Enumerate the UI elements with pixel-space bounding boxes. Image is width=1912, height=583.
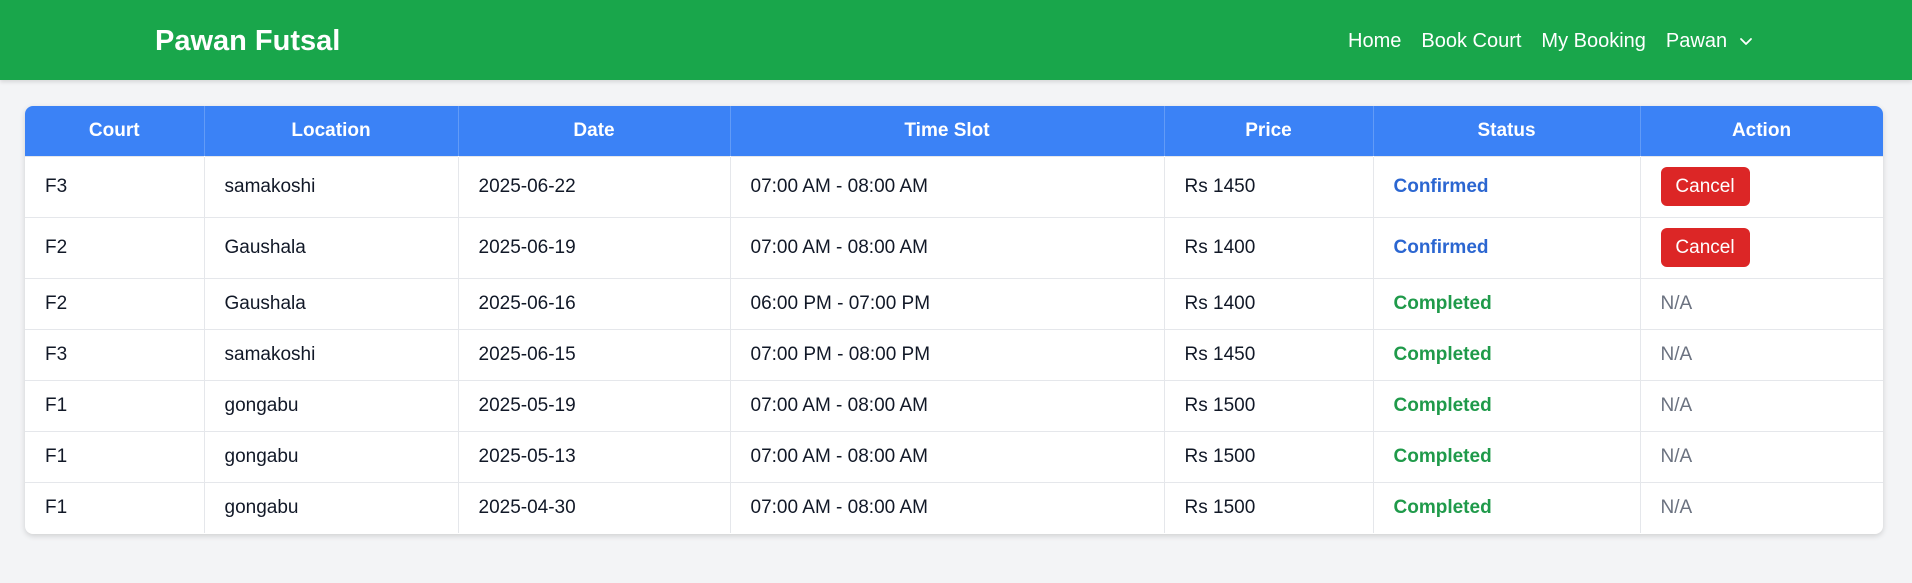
table-row: F2 Gaushala 2025-06-19 07:00 AM - 08:00 … — [25, 216, 1883, 278]
status-badge: Completed — [1372, 328, 1640, 380]
status-badge: Completed — [1372, 430, 1640, 482]
cell-action: Cancel — [1639, 216, 1883, 278]
user-name: Pawan — [1665, 30, 1728, 52]
cell-price: Rs 1450 — [1163, 155, 1373, 217]
cell-time-slot: 06:00 PM - 07:00 PM — [729, 277, 1164, 329]
cell-time-slot: 07:00 AM - 08:00 AM — [729, 379, 1164, 431]
user-menu[interactable]: Pawan — [1666, 26, 1753, 56]
cell-court: F1 — [25, 481, 204, 533]
cell-date: 2025-06-16 — [457, 277, 730, 329]
cell-location: gongabu — [203, 481, 458, 533]
cell-price: Rs 1450 — [1163, 328, 1373, 380]
column-header-status: Status — [1372, 106, 1641, 156]
column-header-action: Action — [1639, 106, 1883, 156]
table-row: F3 samakoshi 2025-06-22 07:00 AM - 08:00… — [25, 155, 1883, 217]
cancel-button[interactable]: Cancel — [1660, 167, 1750, 206]
table-row: F1 gongabu 2025-04-30 07:00 AM - 08:00 A… — [25, 481, 1883, 533]
brand-logo[interactable]: Pawan Futsal — [155, 22, 340, 60]
cell-price: Rs 1500 — [1163, 481, 1373, 533]
status-badge: Completed — [1372, 379, 1640, 431]
table-row: F1 gongabu 2025-05-13 07:00 AM - 08:00 A… — [25, 430, 1883, 482]
cell-time-slot: 07:00 AM - 08:00 AM — [729, 481, 1164, 533]
cell-court: F3 — [25, 328, 204, 380]
cell-location: Gaushala — [203, 216, 458, 278]
cell-location: samakoshi — [203, 155, 458, 217]
column-header-location: Location — [203, 106, 459, 156]
table-row: F2 Gaushala 2025-06-16 06:00 PM - 07:00 … — [25, 277, 1883, 329]
cell-date: 2025-05-13 — [457, 430, 730, 482]
cell-date: 2025-06-22 — [457, 155, 730, 217]
table-header-row: Court Location Date Time Slot Price Stat… — [25, 106, 1883, 156]
status-badge: Completed — [1372, 481, 1640, 533]
cell-date: 2025-06-15 — [457, 328, 730, 380]
cell-court: F2 — [25, 277, 204, 329]
column-header-price: Price — [1163, 106, 1374, 156]
navbar: Pawan Futsal Home Book Court My Booking … — [0, 0, 1912, 80]
cell-location: gongabu — [203, 430, 458, 482]
cell-court: F2 — [25, 216, 204, 278]
cell-court: F1 — [25, 430, 204, 482]
bookings-table: Court Location Date Time Slot Price Stat… — [25, 106, 1883, 533]
column-header-date: Date — [457, 106, 731, 156]
nav-link-my-booking[interactable]: My Booking — [1541, 26, 1646, 56]
cell-location: gongabu — [203, 379, 458, 431]
cell-location: Gaushala — [203, 277, 458, 329]
cell-date: 2025-05-19 — [457, 379, 730, 431]
status-badge: Confirmed — [1372, 155, 1640, 217]
table-row: F1 gongabu 2025-05-19 07:00 AM - 08:00 A… — [25, 379, 1883, 431]
cell-date: 2025-06-19 — [457, 216, 730, 278]
bookings-table-card: Court Location Date Time Slot Price Stat… — [25, 106, 1883, 534]
cell-price: Rs 1500 — [1163, 430, 1373, 482]
cell-action-na: N/A — [1639, 379, 1883, 431]
status-badge: Completed — [1372, 277, 1640, 329]
cell-location: samakoshi — [203, 328, 458, 380]
cell-action-na: N/A — [1639, 481, 1883, 533]
nav-link-home[interactable]: Home — [1348, 26, 1401, 56]
cell-action-na: N/A — [1639, 277, 1883, 329]
table-row: F3 samakoshi 2025-06-15 07:00 PM - 08:00… — [25, 328, 1883, 380]
cell-price: Rs 1400 — [1163, 216, 1373, 278]
cell-price: Rs 1500 — [1163, 379, 1373, 431]
cell-price: Rs 1400 — [1163, 277, 1373, 329]
cell-time-slot: 07:00 AM - 08:00 AM — [729, 155, 1164, 217]
column-header-time-slot: Time Slot — [729, 106, 1165, 156]
cell-court: F1 — [25, 379, 204, 431]
nav-links: Home Book Court My Booking Pawan — [1348, 26, 1753, 56]
nav-link-book-court[interactable]: Book Court — [1421, 26, 1521, 56]
chevron-down-icon — [1739, 34, 1753, 48]
status-badge: Confirmed — [1372, 216, 1640, 278]
cell-action-na: N/A — [1639, 328, 1883, 380]
cell-action-na: N/A — [1639, 430, 1883, 482]
cell-date: 2025-04-30 — [457, 481, 730, 533]
cell-time-slot: 07:00 PM - 08:00 PM — [729, 328, 1164, 380]
cell-time-slot: 07:00 AM - 08:00 AM — [729, 430, 1164, 482]
cell-time-slot: 07:00 AM - 08:00 AM — [729, 216, 1164, 278]
cell-court: F3 — [25, 155, 204, 217]
cancel-button[interactable]: Cancel — [1660, 228, 1750, 267]
column-header-court: Court — [25, 106, 205, 156]
cell-action: Cancel — [1639, 155, 1883, 217]
